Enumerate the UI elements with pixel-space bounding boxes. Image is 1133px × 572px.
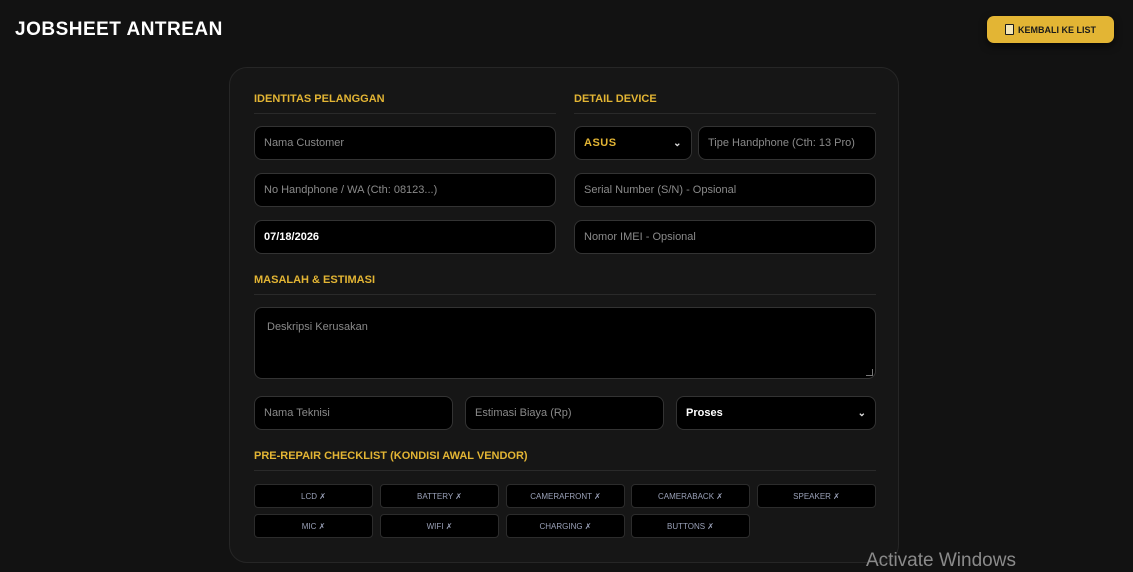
- serial-number-input[interactable]: Serial Number (S/N) - Opsional: [574, 173, 876, 207]
- back-to-list-button[interactable]: KEMBALI KE LIST: [987, 16, 1114, 43]
- cost-estimate-input[interactable]: Estimasi Biaya (Rp): [465, 396, 664, 430]
- checklist-item-charging[interactable]: CHARGING ✗: [506, 514, 625, 538]
- clipboard-icon: [1005, 24, 1014, 35]
- checklist-item-buttons[interactable]: BUTTONS ✗: [631, 514, 750, 538]
- device-type-input[interactable]: Tipe Handphone (Cth: 13 Pro): [698, 126, 876, 160]
- technician-input[interactable]: Nama Teknisi: [254, 396, 453, 430]
- imei-input[interactable]: Nomor IMEI - Opsional: [574, 220, 876, 254]
- checklist-item-speaker[interactable]: SPEAKER ✗: [757, 484, 876, 508]
- customer-phone-input[interactable]: No Handphone / WA (Cth: 08123...): [254, 173, 556, 207]
- activate-windows-watermark: Activate Windows: [866, 550, 1016, 571]
- customer-name-input[interactable]: Nama Customer: [254, 126, 556, 160]
- chevron-down-icon: ⌄: [673, 137, 682, 149]
- checklist-item-lcd[interactable]: LCD ✗: [254, 484, 373, 508]
- status-select[interactable]: Proses ⌄: [676, 396, 876, 430]
- status-select-value: Proses: [686, 407, 723, 419]
- resize-handle-icon[interactable]: [866, 369, 873, 376]
- checklist-item-battery[interactable]: BATTERY ✗: [380, 484, 499, 508]
- checklist-item-camerafront[interactable]: CAMERAFRONT ✗: [506, 484, 625, 508]
- jobsheet-form-card: IDENTITAS PELANGGAN DETAIL DEVICE Nama C…: [229, 67, 899, 563]
- section-device-title: DETAIL DEVICE: [574, 93, 876, 114]
- brand-select-value: ASUS: [584, 137, 617, 149]
- section-problem-title: MASALAH & ESTIMASI: [254, 274, 876, 295]
- checklist-item-wifi[interactable]: WIFI ✗: [380, 514, 499, 538]
- brand-select[interactable]: ASUS ⌄: [574, 126, 692, 160]
- section-customer-title: IDENTITAS PELANGGAN: [254, 93, 556, 114]
- checklist-item-mic[interactable]: MIC ✗: [254, 514, 373, 538]
- damage-description-textarea[interactable]: Deskripsi Kerusakan: [254, 307, 876, 379]
- section-checklist-title: PRE-REPAIR CHECKLIST (KONDISI AWAL VENDO…: [254, 450, 876, 471]
- chevron-down-icon: ⌄: [857, 407, 866, 419]
- damage-description-placeholder: Deskripsi Kerusakan: [267, 321, 368, 333]
- date-input[interactable]: 07/18/2026: [254, 220, 556, 254]
- back-button-label: KEMBALI KE LIST: [1018, 24, 1096, 35]
- page-title: JOBSHEET ANTREAN: [15, 19, 223, 40]
- checklist-item-cameraback[interactable]: CAMERABACK ✗: [631, 484, 750, 508]
